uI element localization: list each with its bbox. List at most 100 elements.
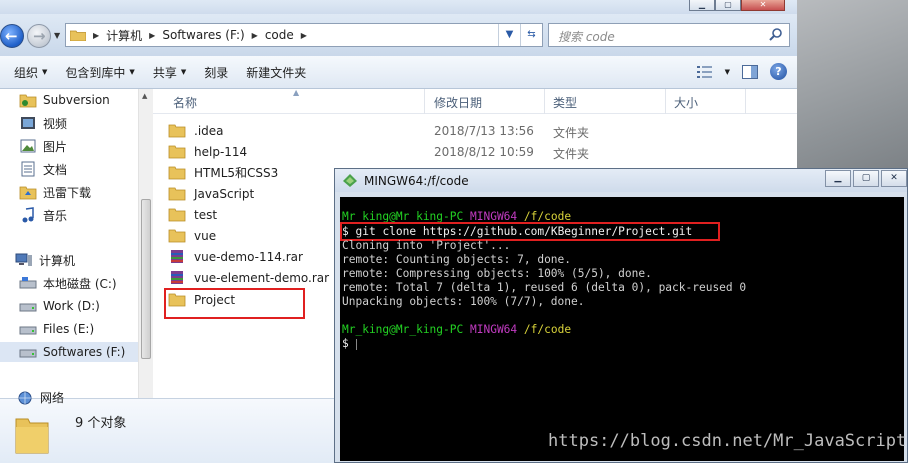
- folder-icon: [168, 124, 186, 138]
- window-controls: ▁ ▢ ✕: [689, 0, 785, 12]
- search-icon[interactable]: [769, 27, 783, 41]
- sidebar-item-label: 计算机: [39, 253, 76, 268]
- list-item[interactable]: help-114: [168, 141, 247, 162]
- column-type[interactable]: 类型: [553, 94, 577, 111]
- maximize-icon[interactable]: ▢: [853, 170, 879, 187]
- column-divider[interactable]: [424, 89, 425, 114]
- column-divider[interactable]: [544, 89, 545, 114]
- sidebar-item-computer[interactable]: 计算机: [15, 250, 75, 270]
- sidebar-item-drive-d[interactable]: Work (D:): [19, 296, 100, 316]
- history-dropdown-icon[interactable]: ▼: [54, 31, 60, 40]
- file-date: 2018/7/13 13:56: [434, 124, 534, 138]
- terminal-title-bar[interactable]: MINGW64:/f/code ▁ ▢ ✕: [335, 169, 907, 192]
- sidebar-item-videos[interactable]: 视频: [19, 113, 67, 133]
- input-line[interactable]: $: [342, 337, 357, 351]
- sidebar-item-label: 网络: [40, 391, 65, 405]
- back-button[interactable]: ←: [0, 24, 24, 48]
- sidebar-item-drive-f[interactable]: Softwares (F:): [0, 342, 140, 362]
- include-in-library-menu[interactable]: 包含到库中 ▼: [56, 64, 143, 81]
- address-bar[interactable]: ▶ 计算机 ▶ Softwares (F:) ▶ code ▶ ▼ ⇆: [65, 23, 543, 47]
- mingw-logo-icon: [343, 174, 357, 187]
- sidebar-item-pictures[interactable]: 图片: [19, 136, 67, 156]
- chevron-down-icon: ▼: [180, 68, 187, 76]
- file-type: 文件夹: [553, 147, 590, 161]
- chevron-down-icon[interactable]: ▼: [725, 68, 730, 76]
- terminal-output[interactable]: Mr_king@Mr_king-PC MINGW64 /f/code $ git…: [340, 197, 904, 461]
- sidebar-item-music[interactable]: 音乐: [19, 205, 67, 225]
- item-count: 9 个对象: [75, 416, 127, 431]
- sidebar-item-subversion[interactable]: Subversion: [19, 90, 110, 110]
- sidebar-item-documents[interactable]: 文档: [19, 159, 67, 179]
- list-item[interactable]: test: [168, 204, 217, 225]
- drive-icon: [19, 326, 37, 335]
- list-item[interactable]: vue-element-demo.rar: [168, 267, 329, 288]
- rar-archive-icon: [171, 250, 183, 263]
- breadcrumb-computer[interactable]: 计算机: [106, 27, 142, 44]
- maximize-icon[interactable]: ▢: [715, 0, 741, 11]
- output-line: remote: Compressing objects: 100% (5/5),…: [342, 267, 652, 280]
- column-size[interactable]: 大小: [674, 94, 698, 111]
- breadcrumb-code[interactable]: code: [265, 28, 294, 42]
- sidebar-item-label: 音乐: [43, 208, 68, 223]
- refresh-icon[interactable]: ⇆: [520, 24, 542, 46]
- download-folder-icon: [19, 186, 37, 200]
- network-icon: [18, 391, 32, 404]
- file-name: vue-demo-114.rar: [194, 249, 303, 264]
- sidebar-item-label: 视频: [43, 116, 68, 131]
- scrollbar-thumb[interactable]: [141, 199, 151, 359]
- sidebar-item-drive-c[interactable]: 本地磁盘 (C:): [19, 273, 117, 293]
- output-line: remote: Total 7 (delta 1), reused 6 (del…: [342, 281, 747, 294]
- chevron-down-icon: ▼: [129, 68, 135, 76]
- sidebar-item-label: 本地磁盘 (C:): [43, 276, 117, 291]
- folder-icon: [70, 30, 86, 41]
- dropdown-icon[interactable]: ▼: [498, 24, 520, 46]
- file-name: HTML5和CSS3: [194, 166, 279, 180]
- minimize-icon[interactable]: ▁: [689, 0, 715, 11]
- column-date-modified[interactable]: 修改日期: [434, 94, 482, 111]
- new-folder-button[interactable]: 新建文件夹: [237, 64, 315, 81]
- close-icon[interactable]: ✕: [881, 170, 907, 187]
- organize-menu[interactable]: 组织 ▼: [5, 64, 56, 81]
- list-item[interactable]: vue: [168, 225, 216, 246]
- list-item[interactable]: HTML5和CSS3: [168, 162, 278, 183]
- chevron-right-icon[interactable]: ▶: [149, 31, 155, 40]
- list-item[interactable]: .idea: [168, 120, 224, 141]
- burn-button[interactable]: 刻录: [195, 64, 237, 81]
- sidebar-scrollbar[interactable]: ▲: [138, 89, 153, 398]
- chevron-right-icon[interactable]: ▶: [301, 31, 307, 40]
- output-line: Unpacking objects: 100% (7/7), done.: [342, 295, 585, 308]
- folder-icon: [168, 229, 186, 243]
- document-icon: [21, 161, 35, 177]
- forward-button[interactable]: →: [27, 24, 51, 48]
- sidebar-item-thunder-downloads[interactable]: 迅雷下载: [19, 182, 91, 202]
- navigation-bar: ← → ▼ ▶ 计算机 ▶ Softwares (F:) ▶ code ▶ ▼ …: [0, 14, 797, 56]
- share-menu[interactable]: 共享 ▼: [144, 64, 195, 81]
- column-divider[interactable]: [745, 89, 746, 114]
- sidebar-item-label: Subversion: [43, 93, 110, 107]
- preview-pane-icon[interactable]: [742, 64, 758, 79]
- prompt-path: /f/code: [523, 323, 572, 336]
- sidebar-item-network[interactable]: 网络: [16, 389, 64, 406]
- breadcrumb-softwares[interactable]: Softwares (F:): [162, 28, 244, 42]
- chevron-right-icon[interactable]: ▶: [252, 31, 258, 40]
- title-bar: ▁ ▢ ✕: [0, 0, 797, 14]
- close-icon[interactable]: ✕: [741, 0, 785, 11]
- view-options-icon[interactable]: [696, 65, 713, 79]
- file-name: test: [194, 207, 218, 222]
- minimize-icon[interactable]: ▁: [825, 170, 851, 187]
- search-input[interactable]: 搜索 code: [548, 23, 790, 47]
- sidebar-item-drive-e[interactable]: Files (E:): [19, 319, 94, 339]
- column-name[interactable]: 名称: [173, 94, 197, 111]
- column-divider[interactable]: [665, 89, 666, 114]
- drive-icon: [19, 349, 37, 358]
- drive-icon: [19, 277, 37, 289]
- terminal-window[interactable]: MINGW64:/f/code ▁ ▢ ✕ Mr_king@Mr_king-PC…: [334, 168, 908, 463]
- list-item[interactable]: vue-demo-114.rar: [168, 246, 303, 267]
- list-item[interactable]: JavaScript: [168, 183, 254, 204]
- search-placeholder: 搜索 code: [558, 30, 615, 44]
- sort-ascending-icon: ▲: [293, 88, 300, 97]
- file-name: .idea: [194, 123, 224, 138]
- help-icon[interactable]: ?: [770, 63, 787, 80]
- breadcrumb: ▶ 计算机 ▶ Softwares (F:) ▶ code ▶: [86, 27, 314, 44]
- scroll-up-icon[interactable]: ▲: [142, 92, 147, 100]
